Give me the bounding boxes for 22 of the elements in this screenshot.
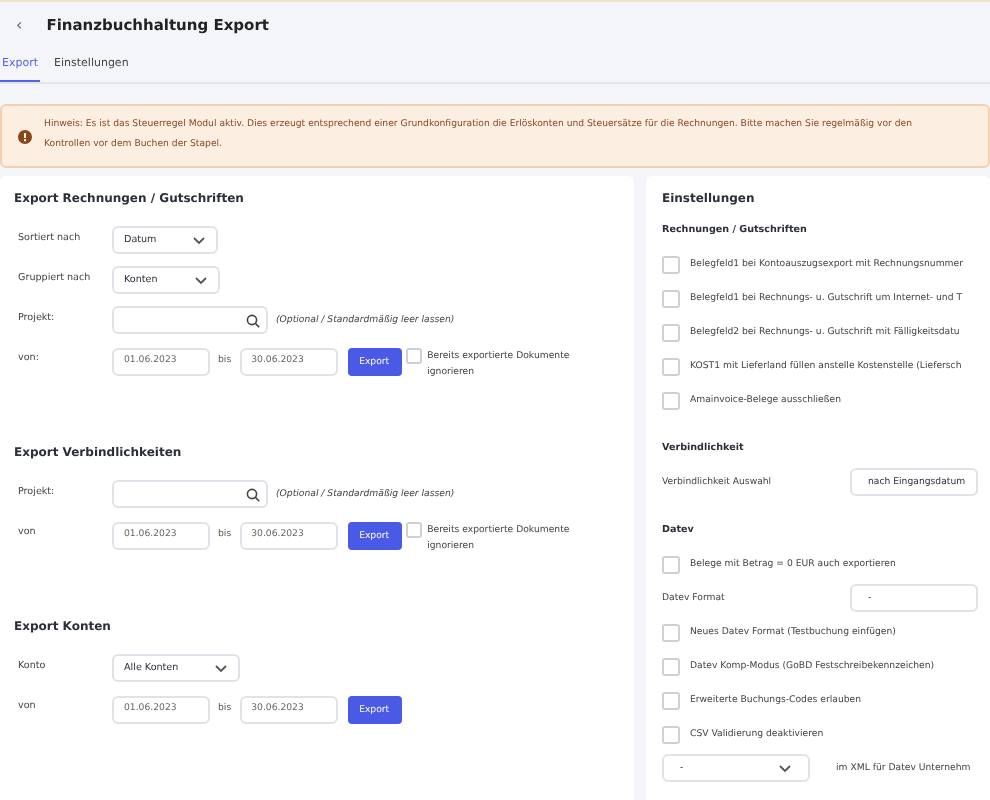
search-icon: [246, 487, 260, 501]
search-field[interactable]: [112, 480, 268, 508]
checkbox[interactable]: [662, 725, 680, 743]
chevron-down-icon: [214, 663, 229, 673]
chevron-down-icon: [193, 275, 208, 285]
checkbox[interactable]: [405, 522, 422, 538]
chevron-down-icon: [192, 235, 207, 245]
checkbox[interactable]: [662, 289, 680, 307]
search-icon: [246, 313, 260, 327]
checkbox[interactable]: [662, 691, 680, 709]
checkbox[interactable]: [662, 623, 680, 641]
checkbox[interactable]: [662, 323, 680, 341]
checkbox[interactable]: [405, 348, 422, 364]
checkbox[interactable]: [662, 657, 680, 675]
search-field[interactable]: [112, 306, 268, 334]
checkbox[interactable]: [662, 555, 680, 573]
chevron-down-icon: [778, 763, 792, 773]
checkbox[interactable]: [662, 357, 680, 375]
checkbox[interactable]: [662, 391, 680, 409]
info-icon: [18, 129, 32, 143]
back-button[interactable]: ‹: [16, 15, 23, 33]
checkbox[interactable]: [662, 255, 680, 273]
